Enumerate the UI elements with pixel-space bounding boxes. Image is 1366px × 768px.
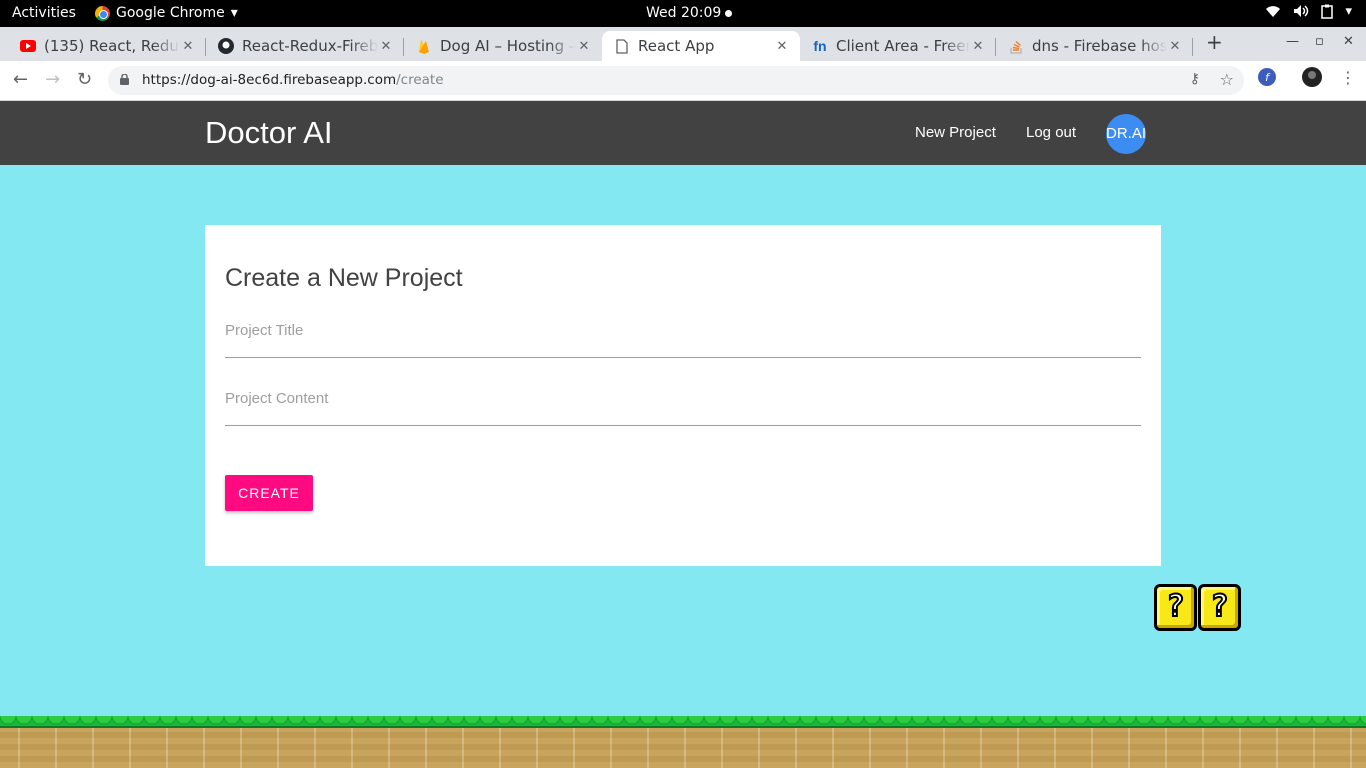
question-block-icon: ?: [1198, 584, 1241, 631]
star-icon[interactable]: ☆: [1220, 70, 1234, 89]
project-content-input[interactable]: [225, 382, 1141, 425]
close-icon[interactable]: ✕: [774, 39, 790, 54]
wifi-icon: [1265, 4, 1281, 23]
question-block-icon: ?: [1154, 584, 1197, 631]
close-window-icon[interactable]: ✕: [1343, 34, 1354, 49]
extension-icon[interactable]: f: [1258, 68, 1276, 90]
app-menu-label: Google Chrome: [116, 5, 225, 21]
menu-icon[interactable]: ⋮: [1340, 68, 1356, 87]
user-avatar-button[interactable]: DR.AI: [1106, 114, 1146, 154]
key-icon[interactable]: ⚷: [1190, 71, 1200, 87]
back-icon[interactable]: ←: [13, 69, 28, 90]
new-tab-button[interactable]: +: [1206, 30, 1223, 54]
system-tray[interactable]: ▾: [1265, 4, 1352, 23]
close-icon[interactable]: ✕: [576, 39, 592, 54]
page-icon: [614, 38, 630, 54]
tab-title: Client Area - Freenom: [836, 37, 970, 55]
tab-stackoverflow[interactable]: dns - Firebase hosting ✕: [996, 31, 1193, 61]
tab-freenom[interactable]: fn Client Area - Freenom ✕: [800, 31, 996, 61]
volume-icon: [1293, 4, 1309, 23]
project-content-field[interactable]: Project Content: [225, 382, 1141, 426]
lock-icon: [120, 74, 129, 85]
minimize-icon[interactable]: —: [1286, 34, 1299, 49]
clock[interactable]: Wed 20:09: [646, 5, 733, 21]
app-menu[interactable]: Google Chrome ▾: [95, 5, 238, 21]
close-icon[interactable]: ✕: [970, 39, 986, 54]
firebase-icon: [416, 38, 432, 54]
tab-title: React-Redux-Firebase: [242, 37, 378, 55]
profile-avatar-icon[interactable]: [1302, 67, 1322, 91]
project-title-field[interactable]: Project Title: [225, 314, 1141, 358]
address-bar[interactable]: https://dog-ai-8ec6d.firebaseapp.com/cre…: [108, 66, 1244, 95]
tab-strip: (135) React, Redux & Firebase ✕ React-Re…: [0, 27, 1366, 61]
chevron-down-icon: ▾: [1345, 4, 1352, 19]
question-mark: ?: [1209, 588, 1229, 625]
chevron-down-icon: ▾: [230, 5, 238, 21]
system-top-bar: Activities Google Chrome ▾ Wed 20:09 ▾: [0, 0, 1366, 27]
activities-button[interactable]: Activities: [12, 5, 76, 21]
reload-icon[interactable]: ↻: [77, 69, 92, 90]
forward-icon[interactable]: →: [45, 69, 60, 90]
create-button[interactable]: CREATE: [225, 475, 313, 511]
tab-title: (135) React, Redux & Firebase: [44, 37, 180, 55]
chrome-icon: [95, 5, 110, 21]
logout-link[interactable]: Log out: [1026, 124, 1076, 141]
maximize-icon[interactable]: ▫: [1315, 34, 1324, 49]
clipboard-icon: [1321, 4, 1334, 23]
clock-label: Wed 20:09: [646, 5, 722, 21]
stackoverflow-icon: [1008, 38, 1024, 54]
url-path: /create: [396, 72, 444, 88]
create-project-card: Create a New Project Project Title Proje…: [205, 225, 1161, 566]
tab-title: Dog AI – Hosting – Firebase: [440, 37, 576, 55]
close-icon[interactable]: ✕: [378, 39, 394, 54]
github-icon: [218, 38, 234, 54]
ground-decoration: [0, 716, 1366, 768]
close-icon[interactable]: ✕: [1167, 39, 1183, 54]
question-mark: ?: [1165, 588, 1185, 625]
tab-title: dns - Firebase hosting: [1032, 37, 1167, 55]
tab-title: React App: [638, 37, 715, 55]
new-project-link[interactable]: New Project: [915, 124, 996, 141]
tab-youtube[interactable]: (135) React, Redux & Firebase ✕: [8, 31, 206, 61]
browser-toolbar: ← → ↻ https://dog-ai-8ec6d.firebaseapp.c…: [0, 61, 1366, 101]
app-navbar: Doctor AI New Project Log out DR.AI: [0, 101, 1366, 165]
close-icon[interactable]: ✕: [180, 39, 196, 54]
brand-logo[interactable]: Doctor AI: [205, 115, 333, 151]
tab-firebase[interactable]: Dog AI – Hosting – Firebase ✕: [404, 31, 602, 61]
freenom-icon: fn: [813, 38, 827, 54]
tab-github[interactable]: React-Redux-Firebase ✕: [206, 31, 404, 61]
project-title-input[interactable]: [225, 314, 1141, 357]
url-text: https://dog-ai-8ec6d.firebaseapp.com/cre…: [142, 72, 444, 88]
youtube-icon: [20, 38, 36, 54]
notification-dot-icon: [725, 9, 733, 17]
form-heading: Create a New Project: [225, 264, 463, 292]
url-host: https://dog-ai-8ec6d.firebaseapp.com: [142, 72, 397, 88]
grass-strip: [0, 716, 1366, 728]
tab-react-app[interactable]: React App ✕: [602, 31, 800, 61]
